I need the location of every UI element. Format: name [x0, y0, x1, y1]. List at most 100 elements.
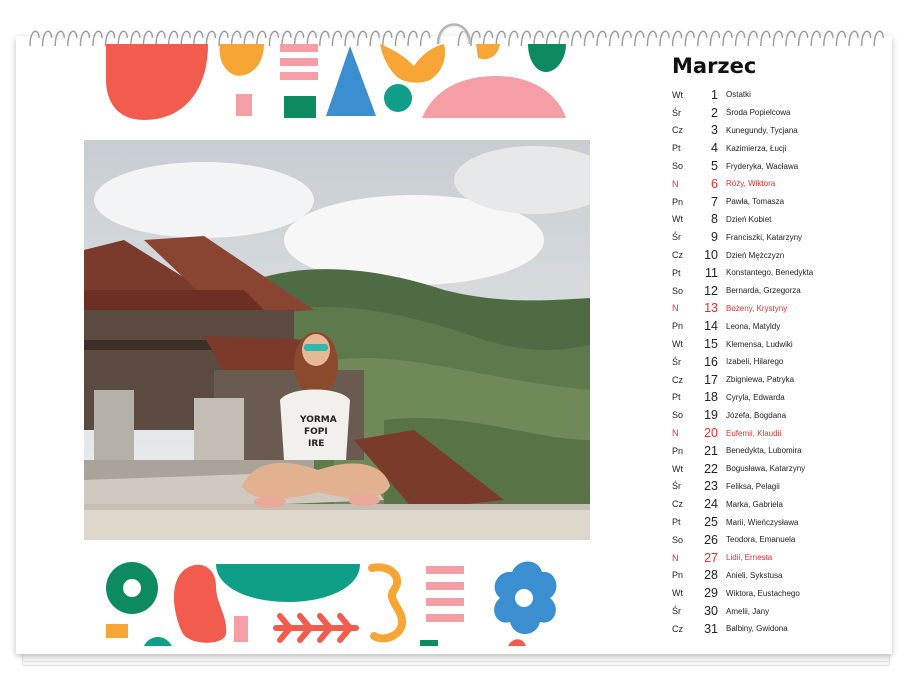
name-day: Bogusława, Katarzyny: [726, 464, 806, 474]
day-of-week: Pt: [672, 392, 681, 403]
day-of-week: So: [672, 534, 684, 545]
day-number: 10: [704, 248, 718, 263]
coil-loop: [67, 30, 78, 47]
name-day: Benedykta, Lubomira: [726, 446, 802, 456]
day-row: Wt 22 Bogusława, Katarzyny: [672, 460, 882, 478]
coil-loop: [835, 30, 847, 47]
day-number: 7: [711, 194, 718, 209]
day-number: 5: [711, 159, 718, 174]
coil-loop: [621, 30, 632, 47]
day-row: So 12 Bernarda, Grzegorza: [672, 282, 882, 300]
day-of-week: N: [672, 552, 679, 563]
name-day: Balbiny, Gwidona: [726, 624, 788, 634]
name-day: Róży, Wiktora: [726, 179, 776, 189]
day-row: N 13 Bożeny, Krystyny: [672, 300, 882, 318]
coil-loop: [823, 30, 834, 47]
day-row: N 6 Róży, Wiktora: [672, 175, 882, 193]
name-day: Izabeli, Hilarego: [726, 357, 784, 367]
day-of-week: Cz: [672, 374, 683, 385]
day-number: 6: [711, 176, 718, 191]
name-day: Konstantego, Benedykta: [726, 268, 814, 278]
name-day: Kunegundy, Tycjana: [726, 125, 798, 135]
name-day: Marii, Wieńczysława: [726, 517, 799, 527]
shirt-print: IRE: [308, 439, 324, 449]
coil-loop: [583, 30, 595, 47]
name-day: Zbigniewa, Patryka: [726, 375, 795, 385]
day-row: Śr 16 Izabeli, Hilarego: [672, 353, 882, 371]
decorative-shapes-top: [106, 44, 566, 120]
name-day: Cyryla, Edwarda: [726, 392, 785, 402]
coil-loop: [797, 30, 809, 47]
day-row: Śr 23 Feliksa, Pelagii: [672, 478, 882, 496]
day-number: 11: [705, 265, 718, 280]
day-list: Wt 1 Ostatki Śr 2 Środa Popielcowa Cz 3 Kunegund…: [672, 86, 882, 638]
coil-loop: [659, 30, 670, 47]
day-of-week: Wt: [672, 214, 683, 225]
coil-loop: [848, 30, 859, 47]
decorative-shapes-bottom: [106, 561, 557, 646]
day-number: 29: [704, 586, 718, 601]
name-day: Bernarda, Grzegorza: [726, 286, 801, 296]
day-row: Cz 31 Balbiny, Gwidona: [672, 620, 882, 638]
shirt-print: FOPI: [304, 427, 328, 437]
name-day: Dzień Kobiet: [726, 214, 772, 224]
day-number: 30: [704, 604, 718, 618]
day-row: Wt 15 Klemensa, Ludwiki: [672, 335, 882, 353]
day-row: Śr 2 Środa Popielcowa: [672, 104, 882, 122]
day-row: Cz 3 Kunegundy, Tycjana: [672, 122, 882, 140]
day-number: 31: [704, 621, 718, 636]
day-row: Śr 9 Franciszki, Katarzyny: [672, 228, 882, 246]
coil-loop: [684, 30, 695, 47]
coil-loop: [54, 30, 65, 47]
day-row: Pn 14 Leona, Matyldy: [672, 317, 882, 335]
day-number: 23: [704, 479, 718, 494]
day-number: 15: [704, 337, 718, 352]
day-of-week: Pn: [672, 196, 684, 207]
day-number: 21: [704, 443, 718, 458]
day-of-week: Pt: [672, 517, 681, 528]
day-of-week: Pt: [672, 267, 681, 278]
name-day: Marka, Gabriela: [726, 499, 783, 509]
day-of-week: Wt: [672, 89, 683, 100]
day-number: 12: [704, 283, 718, 298]
name-day: Amelii, Jany: [726, 606, 770, 616]
day-row: Cz 10 Dzień Mężczyzn: [672, 246, 882, 264]
day-number: 24: [704, 497, 718, 512]
day-row: Pt 25 Marii, Wieńczysława: [672, 513, 882, 531]
day-number: 22: [704, 461, 718, 476]
day-row: Pn 7 Pawła, Tomasza: [672, 193, 882, 211]
day-of-week: Wt: [672, 463, 683, 474]
day-number: 19: [704, 408, 718, 423]
name-day: Dzień Mężczyzn: [726, 250, 785, 260]
day-of-week: Pn: [672, 445, 684, 456]
shirt-print: YORMA: [299, 415, 337, 425]
day-row: So 26 Teodora, Emanuela: [672, 531, 882, 549]
day-number: 3: [711, 123, 718, 138]
name-day: Józefa, Bogdana: [726, 410, 787, 420]
day-number: 9: [711, 230, 718, 245]
name-day: Bożeny, Krystyny: [726, 303, 788, 313]
day-of-week: Śr: [672, 481, 681, 492]
name-day: Kazimierza, Łucji: [726, 143, 787, 153]
day-of-week: Śr: [672, 232, 681, 243]
day-number: 26: [704, 532, 718, 547]
coil-loop: [79, 30, 91, 47]
coil-loop: [709, 30, 721, 47]
name-day: Środa Popielcowa: [726, 108, 791, 118]
coil-loop: [634, 30, 645, 47]
day-of-week: Pn: [672, 570, 684, 581]
calendar-photo: YORMA FOPI IRE: [84, 140, 590, 540]
day-row: Wt 1 Ostatki: [672, 86, 882, 104]
day-of-week: Pn: [672, 321, 684, 332]
day-of-week: Cz: [672, 623, 683, 634]
day-row: Śr 30 Amelii, Jany: [672, 602, 882, 620]
coil-loop: [596, 30, 607, 47]
coil-loop: [734, 30, 746, 47]
month-title: Marzec: [672, 54, 757, 78]
day-row: Pt 18 Cyryla, Edwarda: [672, 389, 882, 407]
name-day: Teodora, Emanuela: [726, 535, 796, 545]
day-row: So 19 Józefa, Bogdana: [672, 406, 882, 424]
day-row: Pt 11 Konstantego, Benedykta: [672, 264, 882, 282]
day-number: 18: [704, 390, 718, 405]
coil-loop: [671, 30, 683, 47]
